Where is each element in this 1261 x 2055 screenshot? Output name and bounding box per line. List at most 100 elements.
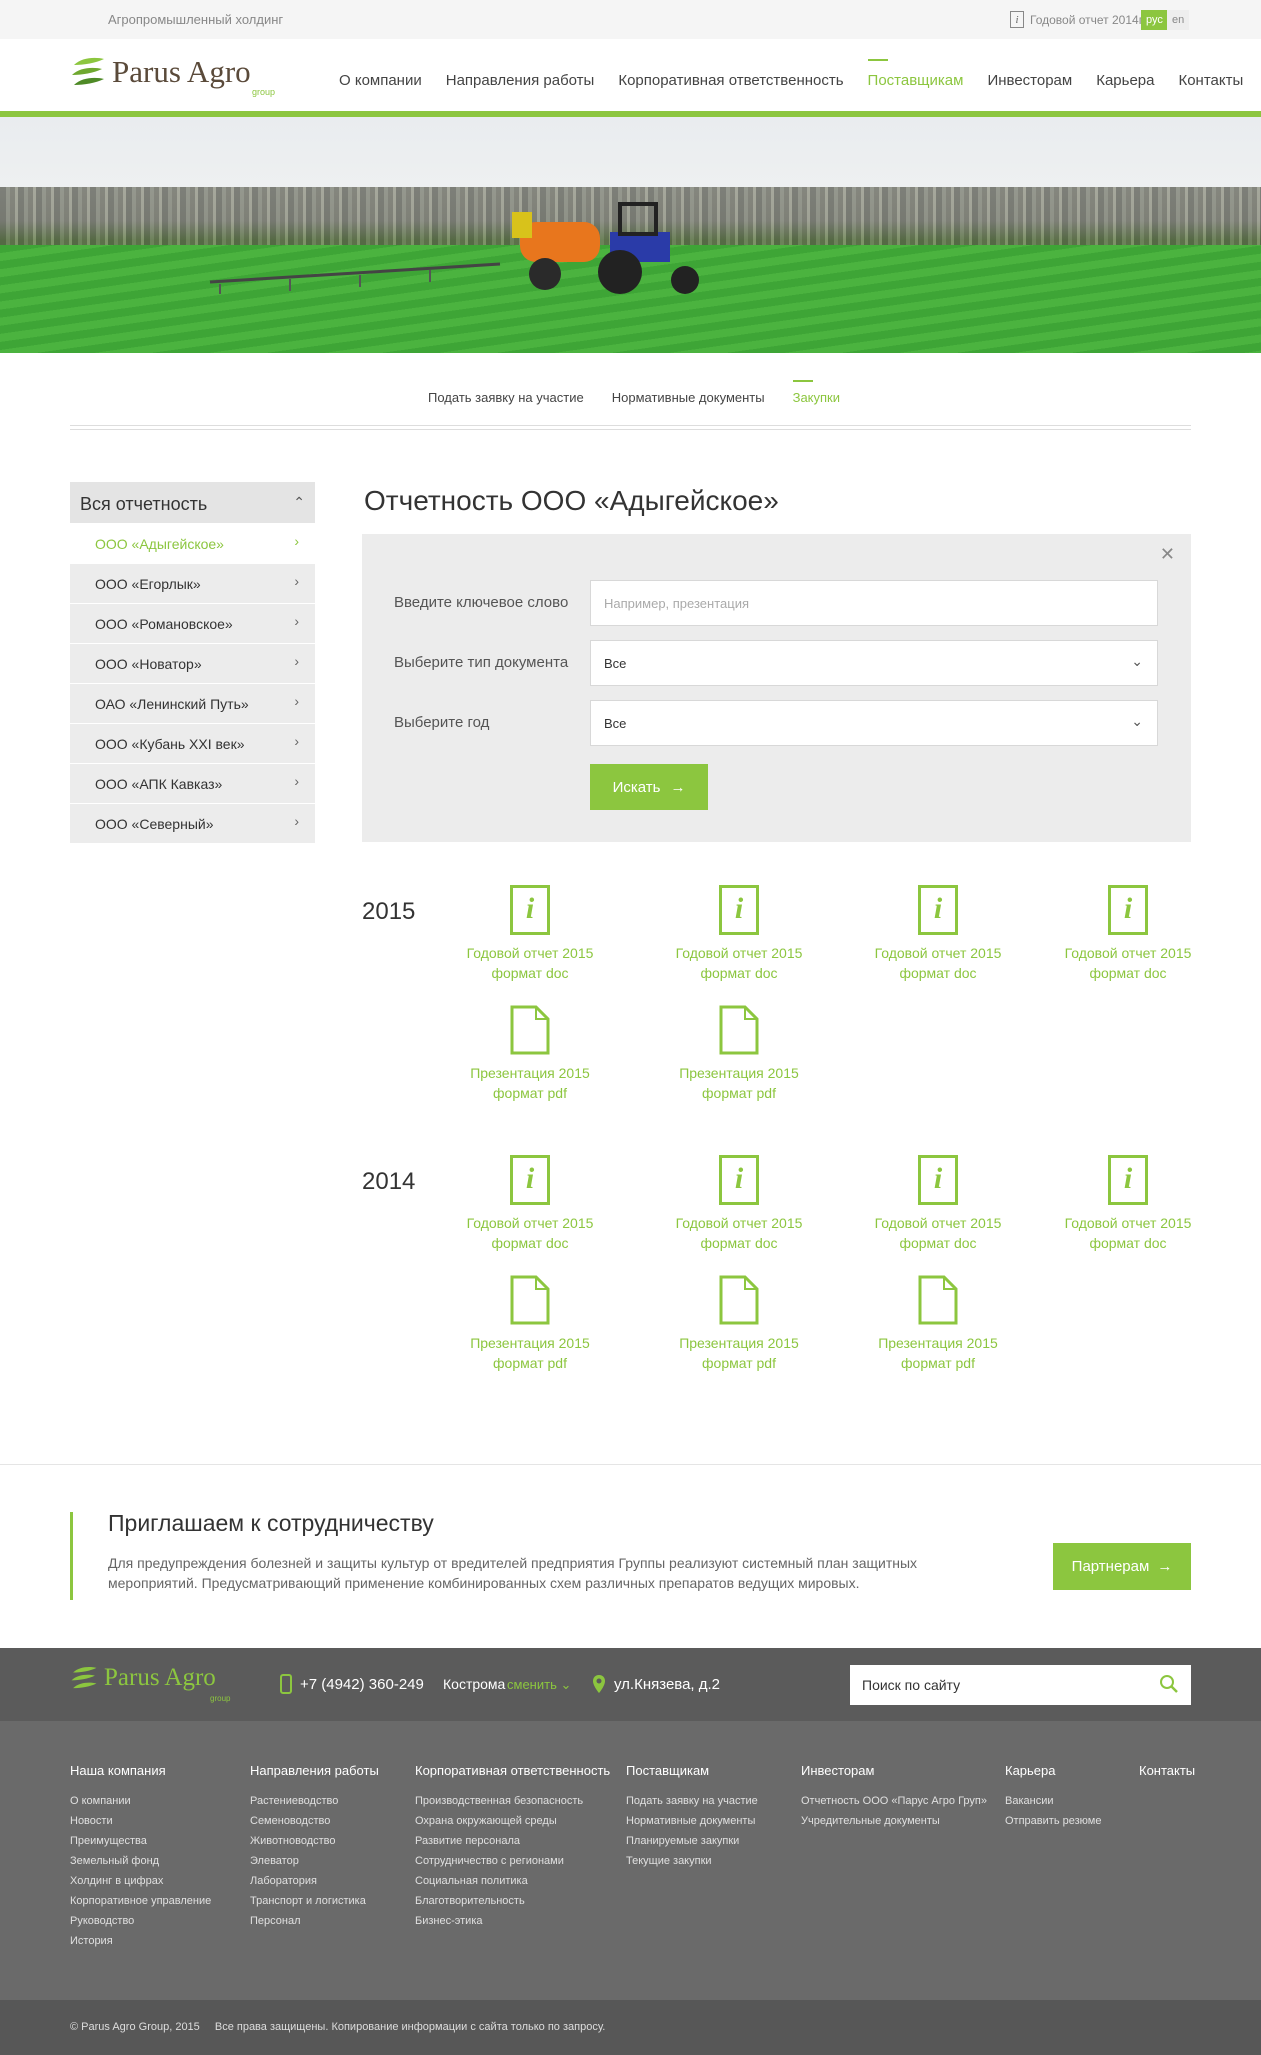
- footer-logo[interactable]: Parus Agro: [70, 1664, 216, 1692]
- footer-link[interactable]: Охрана окружающей среды: [415, 1811, 610, 1831]
- footer-link[interactable]: Лаборатория: [250, 1871, 379, 1891]
- sidebar-item[interactable]: ООО «Егорлык» ›: [70, 563, 315, 603]
- footer-link[interactable]: Отправить резюме: [1005, 1811, 1101, 1831]
- footer-link[interactable]: Текущие закупки: [626, 1851, 758, 1871]
- lang-ru-button[interactable]: рус: [1141, 10, 1168, 30]
- sidebar-item[interactable]: ООО «Романовское» ›: [70, 603, 315, 643]
- logo[interactable]: Parus Agro: [70, 55, 251, 89]
- nav-item[interactable]: Карьера: [1096, 72, 1154, 89]
- footer-link[interactable]: Персонал: [250, 1911, 379, 1931]
- document-item[interactable]: Презентация 2015 формат pdf: [659, 1275, 819, 1373]
- document-item[interactable]: i Годовой отчет 2015 формат doc: [858, 885, 1018, 983]
- document-item[interactable]: i Годовой отчет 2015 формат doc: [1048, 885, 1208, 983]
- footer-column-title[interactable]: Контакты: [1139, 1763, 1195, 1778]
- subnav-divider-2: [70, 429, 1191, 430]
- document-item[interactable]: Презентация 2015 формат pdf: [450, 1275, 610, 1373]
- footer-link[interactable]: Социальная политика: [415, 1871, 610, 1891]
- sidebar-item-label: ООО «Северный»: [95, 816, 214, 832]
- file-icon: [510, 1275, 550, 1325]
- footer-link[interactable]: Земельный фонд: [70, 1851, 211, 1871]
- subnav-item[interactable]: Закупки: [792, 380, 840, 405]
- nav-item[interactable]: Корпоративная ответственность: [618, 72, 843, 89]
- document-format: формат doc: [1089, 1235, 1167, 1251]
- nav-item[interactable]: Контакты: [1178, 72, 1243, 89]
- sidebar-item[interactable]: ООО «Адыгейское» ›: [70, 523, 315, 563]
- footer-column-title[interactable]: Инвесторам: [801, 1763, 987, 1778]
- sidebar-item[interactable]: ОАО «Ленинский Путь» ›: [70, 683, 315, 723]
- document-item[interactable]: i Годовой отчет 2015 формат doc: [450, 1155, 610, 1253]
- search-button[interactable]: Искать →: [590, 764, 708, 810]
- footer-link[interactable]: Руководство: [70, 1911, 211, 1931]
- footer-link[interactable]: Производственная безопасность: [415, 1791, 610, 1811]
- lang-en-button[interactable]: en: [1167, 10, 1190, 30]
- footer-phone[interactable]: +7 (4942) 360-249: [280, 1674, 424, 1694]
- sidebar-header[interactable]: Вся отчетность ⌃: [70, 482, 315, 523]
- info-glyph: i: [510, 1155, 550, 1205]
- document-item[interactable]: i Годовой отчет 2015 формат doc: [659, 1155, 819, 1253]
- sidebar-item[interactable]: ООО «АПК Кавказ» ›: [70, 763, 315, 803]
- footer-column-title[interactable]: Направления работы: [250, 1763, 379, 1778]
- map-pin-icon: [593, 1675, 605, 1693]
- close-icon[interactable]: ✕: [1160, 544, 1175, 565]
- partners-button[interactable]: Партнерам →: [1053, 1543, 1191, 1590]
- doc-type-select[interactable]: Все ⌄: [590, 640, 1158, 686]
- annual-report-link[interactable]: i Годовой отчет 2014г: [1010, 11, 1143, 28]
- footer-column-title[interactable]: Поставщикам: [626, 1763, 758, 1778]
- nav-item[interactable]: О компании: [339, 72, 422, 89]
- footer-link[interactable]: Развитие персонала: [415, 1831, 610, 1851]
- footer-column-title[interactable]: Карьера: [1005, 1763, 1101, 1778]
- document-format: формат doc: [899, 965, 977, 981]
- doc-type-label: Выберите тип документа: [394, 654, 569, 671]
- document-item[interactable]: Презентация 2015 формат pdf: [659, 1005, 819, 1103]
- footer-link[interactable]: Корпоративное управление: [70, 1891, 211, 1911]
- footer-link[interactable]: Семеноводство: [250, 1811, 379, 1831]
- footer-link[interactable]: Благотворительность: [415, 1891, 610, 1911]
- footer-link[interactable]: Растениеводство: [250, 1791, 379, 1811]
- subnav-item[interactable]: Подать заявку на участие: [428, 390, 584, 405]
- footer-link[interactable]: История: [70, 1931, 211, 1951]
- footer-link[interactable]: Новости: [70, 1811, 211, 1831]
- year-select[interactable]: Все ⌄: [590, 700, 1158, 746]
- sidebar-item[interactable]: ООО «Кубань XXI век» ›: [70, 723, 315, 763]
- footer-link[interactable]: О компании: [70, 1791, 211, 1811]
- change-city-link[interactable]: сменить ⌄: [507, 1677, 571, 1693]
- chevron-right-icon: ›: [294, 573, 299, 589]
- footer-link[interactable]: Сотрудничество с регионами: [415, 1851, 610, 1871]
- sidebar-item[interactable]: ООО «Новатор» ›: [70, 643, 315, 683]
- nav-item[interactable]: Инвесторам: [987, 72, 1072, 89]
- footer-column-title[interactable]: Наша компания: [70, 1763, 211, 1778]
- document-item[interactable]: i Годовой отчет 2015 формат doc: [858, 1155, 1018, 1253]
- info-doc-icon: i: [918, 885, 958, 935]
- logo-leaf-icon: [72, 57, 104, 85]
- document-item[interactable]: Презентация 2015 формат pdf: [858, 1275, 1018, 1373]
- footer-link[interactable]: Подать заявку на участие: [626, 1791, 758, 1811]
- nav-item[interactable]: Направления работы: [446, 72, 595, 89]
- filter-panel: ✕ Введите ключевое слово Например, презе…: [362, 534, 1191, 842]
- keyword-input[interactable]: Например, презентация: [590, 580, 1158, 626]
- footer-link[interactable]: Элеватор: [250, 1851, 379, 1871]
- document-item[interactable]: i Годовой отчет 2015 формат doc: [1048, 1155, 1208, 1253]
- footer-link[interactable]: Животноводство: [250, 1831, 379, 1851]
- footer-link[interactable]: Планируемые закупки: [626, 1831, 758, 1851]
- footer-column-title[interactable]: Корпоративная ответственность: [415, 1763, 610, 1778]
- nav-item[interactable]: Поставщикам: [867, 59, 963, 89]
- document-title: Презентация 2015: [679, 1335, 799, 1351]
- footer-link[interactable]: Холдинг в цифрах: [70, 1871, 211, 1891]
- document-item[interactable]: i Годовой отчет 2015 формат doc: [450, 885, 610, 983]
- footer-link[interactable]: Отчетность ООО «Парус Агро Груп»: [801, 1791, 987, 1811]
- document-item[interactable]: Презентация 2015 формат pdf: [450, 1005, 610, 1103]
- footer-link[interactable]: Преимущества: [70, 1831, 211, 1851]
- footer-link[interactable]: Учредительные документы: [801, 1811, 987, 1831]
- tractor-illustration: [209, 202, 699, 294]
- footer-column: Корпоративная ответственность Производств…: [415, 1763, 610, 1931]
- footer-link[interactable]: Вакансии: [1005, 1791, 1101, 1811]
- document-item[interactable]: i Годовой отчет 2015 формат doc: [659, 885, 819, 983]
- sidebar-item[interactable]: ООО «Северный» ›: [70, 803, 315, 843]
- footer-link[interactable]: Транспорт и логистика: [250, 1891, 379, 1911]
- footer-link[interactable]: Бизнес-этика: [415, 1911, 610, 1931]
- site-search-input[interactable]: Поиск по сайту: [850, 1665, 1191, 1705]
- search-icon[interactable]: [1159, 1674, 1179, 1694]
- footer-link[interactable]: Нормативные документы: [626, 1811, 758, 1831]
- subnav-item[interactable]: Нормативные документы: [612, 390, 765, 405]
- document-format: формат doc: [899, 1235, 977, 1251]
